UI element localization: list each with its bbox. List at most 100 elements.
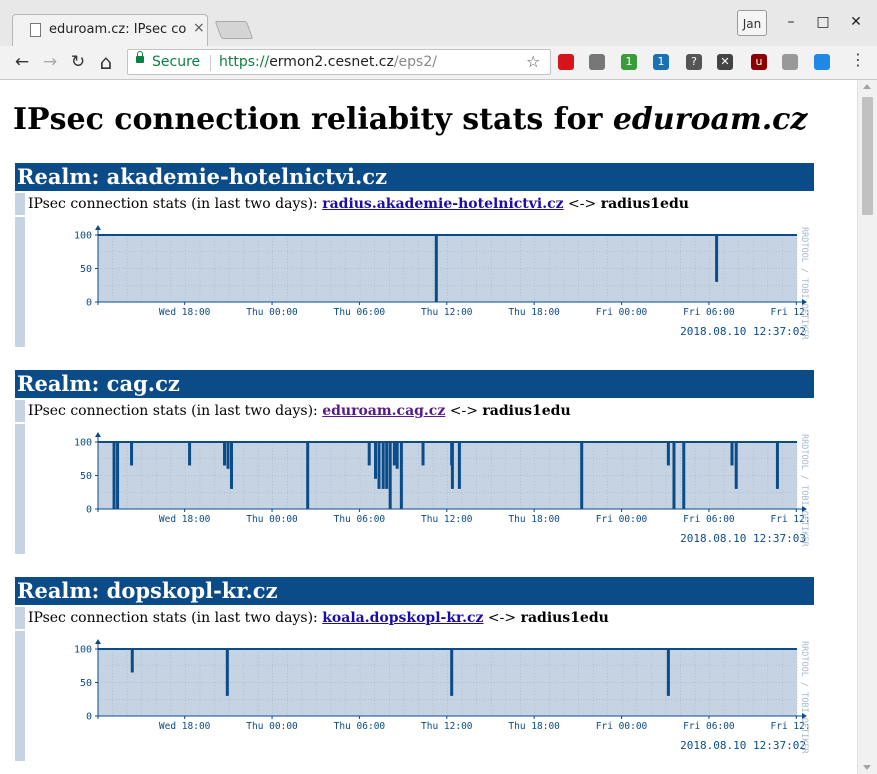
rrdtool-watermark: RRDTOOL / TOBI OETIKER xyxy=(799,227,809,340)
profile-button[interactable]: Jan xyxy=(737,10,767,36)
bookmark-star-icon[interactable]: ☆ xyxy=(526,52,540,71)
series-dip xyxy=(130,649,134,673)
scrollbar-thumb[interactable] xyxy=(862,97,873,215)
y-tick-label: 0 xyxy=(86,505,92,516)
graph-row-marker xyxy=(15,217,25,347)
close-window-button[interactable]: ✕ xyxy=(844,10,868,34)
x-tick-label: Fri 06:00 xyxy=(683,721,735,732)
x-circle-extension-icon[interactable]: ✕ xyxy=(717,54,733,70)
grey-extension-icon[interactable] xyxy=(782,54,798,70)
reliability-graph: 100 50 0 Wed 18:00 Thu 00:00 Thu 06:00 Thu 12:… xyxy=(74,432,811,547)
host-link[interactable]: koala.dopskopl-kr.cz xyxy=(322,610,483,626)
stat-separator: <-> xyxy=(563,196,601,212)
graph-row: 100 50 0 Wed 18:00 Thu 00:00 Thu 06:00 Thu 12:… xyxy=(15,217,814,347)
realm-section: Realm: cag.cz IPsec connection stats (in… xyxy=(15,370,814,554)
page-title-domain: eduroam.cz xyxy=(612,102,808,137)
browser-toolbar: ← → ↻ ⌂ Secure https://ermon2.cesnet.cz/… xyxy=(0,46,877,80)
y-tick-label: 0 xyxy=(86,712,92,723)
puzzle-extension-icon[interactable] xyxy=(589,54,605,70)
graph-timestamp: 2018.08.10 12:37:03 xyxy=(680,532,806,545)
series-dip xyxy=(450,649,454,696)
tab-title: eduroam.cz: IPsec co xyxy=(49,22,187,37)
series-dip xyxy=(230,442,234,489)
y-tick-label: 100 xyxy=(74,231,92,242)
vertical-scrollbar[interactable] xyxy=(857,80,877,774)
address-bar[interactable]: Secure https://ermon2.cesnet.cz/eps2/ ☆ xyxy=(127,49,551,75)
stat-line-text: IPsec connection stats (in last two days… xyxy=(28,607,609,629)
back-button[interactable]: ← xyxy=(10,50,34,74)
host-link[interactable]: radius.akademie-hotelnictvi.cz xyxy=(322,196,563,212)
graph-timestamp: 2018.08.10 12:37:02 xyxy=(680,739,806,752)
reliability-graph: 100 50 0 Wed 18:00 Thu 00:00 Thu 06:00 Thu 12:… xyxy=(74,639,811,754)
page-title: IPsec connection reliabity stats for edu… xyxy=(13,102,807,137)
rrdtool-watermark: RRDTOOL / TOBI OETIKER xyxy=(799,641,809,754)
series-dip xyxy=(388,442,392,509)
series-dip xyxy=(112,442,116,509)
series-dip xyxy=(434,235,438,302)
series-dip xyxy=(226,442,230,469)
home-button[interactable]: ⌂ xyxy=(94,50,118,74)
czech-flag-icon[interactable] xyxy=(558,54,574,70)
green-circle-extension-icon[interactable]: 1 xyxy=(621,54,637,70)
y-tick-label: 50 xyxy=(80,678,92,689)
reliability-graph: 100 50 0 Wed 18:00 Thu 00:00 Thu 06:00 Thu 12:… xyxy=(74,225,811,340)
series-dip xyxy=(457,442,461,489)
stat-prefix: IPsec connection stats (in last two days… xyxy=(28,196,323,212)
page-content: IPsec connection reliabity stats for edu… xyxy=(0,80,857,774)
blue-circle-extension-icon[interactable] xyxy=(814,54,830,70)
x-tick-label: Fri 00:00 xyxy=(596,307,648,318)
series-dip xyxy=(367,442,371,466)
x-tick-label: Fri 06:00 xyxy=(683,307,735,318)
peer-name: radius1edu xyxy=(482,403,571,419)
realm-stat-line: IPsec connection stats (in last two days… xyxy=(15,193,814,215)
series-dip xyxy=(385,442,389,489)
browser-menu-icon[interactable]: ⋮ xyxy=(850,50,866,69)
realm-section: Realm: akademie-hotelnictvi.cz IPsec con… xyxy=(15,163,814,347)
series-dip xyxy=(392,442,396,466)
series-dip xyxy=(223,442,227,466)
ublock-icon[interactable]: u xyxy=(751,54,767,70)
x-tick-label: Thu 18:00 xyxy=(508,721,560,732)
peer-name: radius1edu xyxy=(600,196,689,212)
scroll-down-arrow-icon[interactable] xyxy=(863,765,871,770)
new-tab-button[interactable] xyxy=(214,21,254,39)
series-dip xyxy=(450,442,454,489)
graph-row-marker xyxy=(15,424,25,554)
x-tick-label: Fri 00:00 xyxy=(596,514,648,525)
y-axis-arrow-icon xyxy=(95,432,101,437)
minimize-button[interactable]: – xyxy=(779,10,803,34)
secure-label: Secure xyxy=(152,54,201,70)
stat-line-marker xyxy=(15,193,25,215)
realm-stat-line: IPsec connection stats (in last two days… xyxy=(15,607,814,629)
x-tick-label: Wed 18:00 xyxy=(159,307,211,318)
series-dip xyxy=(734,442,738,489)
url-scheme: https:// xyxy=(219,54,270,70)
scroll-up-arrow-icon[interactable] xyxy=(863,84,871,89)
question-extension-icon[interactable]: ? xyxy=(686,54,702,70)
x-tick-label: Thu 12:00 xyxy=(421,721,473,732)
stat-line-marker xyxy=(15,607,25,629)
realm-header: Realm: cag.cz xyxy=(15,370,814,398)
tab-close-icon[interactable]: × xyxy=(193,20,205,36)
host-link[interactable]: eduroam.cag.cz xyxy=(322,403,445,419)
y-tick-label: 50 xyxy=(80,264,92,275)
y-tick-label: 100 xyxy=(74,645,92,656)
realm-header: Realm: akademie-hotelnictvi.cz xyxy=(15,163,814,191)
maximize-button[interactable]: □ xyxy=(811,10,835,34)
browser-tab[interactable]: eduroam.cz: IPsec co × xyxy=(12,14,208,46)
x-tick-label: Thu 18:00 xyxy=(508,307,560,318)
peer-name: radius1edu xyxy=(520,610,609,626)
graph-row: 100 50 0 Wed 18:00 Thu 00:00 Thu 06:00 Thu 12:… xyxy=(15,424,814,554)
forward-button[interactable]: → xyxy=(38,50,62,74)
reload-button[interactable]: ↻ xyxy=(66,50,90,74)
t-extension-icon[interactable]: 1 xyxy=(653,54,669,70)
page-title-prefix: IPsec connection reliabity stats for xyxy=(13,102,613,137)
stat-prefix: IPsec connection stats (in last two days… xyxy=(28,403,323,419)
x-tick-label: Fri 00:00 xyxy=(596,721,648,732)
y-tick-label: 50 xyxy=(80,471,92,482)
url-text[interactable]: https://ermon2.cesnet.cz/eps2/ xyxy=(219,54,437,70)
x-tick-label: Thu 06:00 xyxy=(334,721,386,732)
x-tick-label: Thu 00:00 xyxy=(246,721,298,732)
stat-line-text: IPsec connection stats (in last two days… xyxy=(28,193,689,215)
stat-prefix: IPsec connection stats (in last two days… xyxy=(28,610,323,626)
